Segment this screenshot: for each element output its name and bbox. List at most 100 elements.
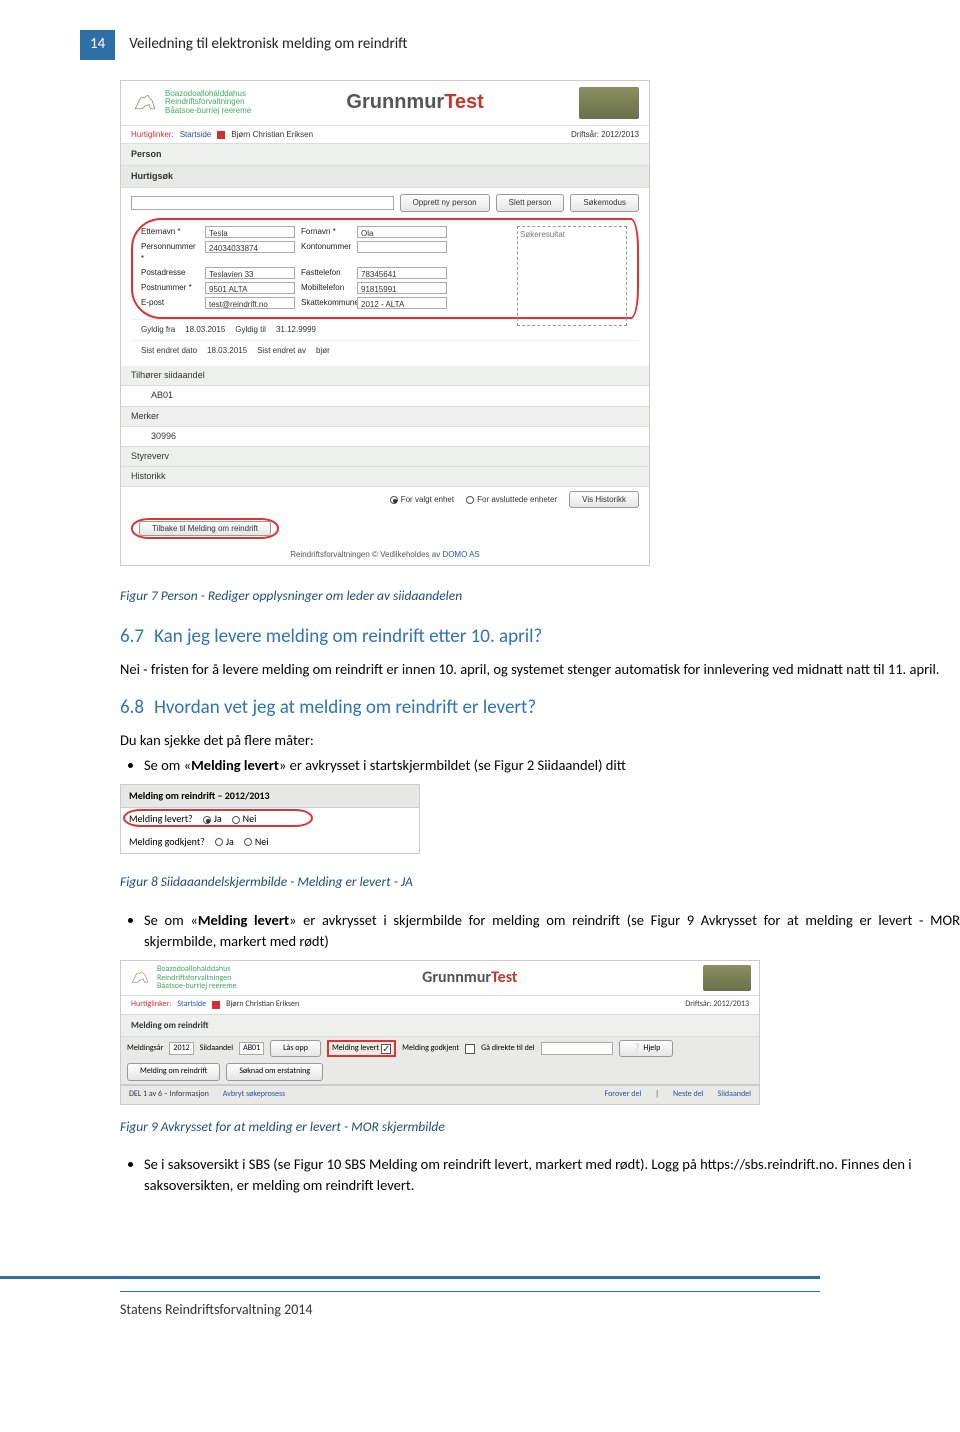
radio-nei-2[interactable] (244, 838, 252, 846)
reindeer-icon (131, 92, 159, 114)
sokemodus-button[interactable]: Søkemodus (570, 194, 639, 212)
brand-grey: Grunnmur (422, 968, 491, 987)
tilbake-button[interactable]: Tilbake til Melding om reindrift (139, 521, 271, 536)
soknad-erstatning-button[interactable]: Søknad om erstatning (226, 1063, 323, 1081)
section-person: Person (121, 144, 649, 166)
para-6-8-intro: Du kan sjekke det på flere måter: (120, 730, 960, 751)
list-item: Se om «Melding levert» er avkrysset i st… (144, 755, 960, 776)
label-meldingsaar: Meldingsår (127, 1043, 163, 1055)
bold-text: Melding levert (191, 756, 279, 774)
input-meldingsaar[interactable]: 2012 (169, 1042, 193, 1055)
melding-label: Melding om reindrift (140, 1066, 207, 1076)
footer-text: Reindriftsforvaltningen © Vedlikeholdes … (290, 550, 442, 559)
checkbox-melding-levert[interactable] (381, 1044, 391, 1054)
help-label: Hjelp (643, 1043, 660, 1053)
label-chk-godkjent: Melding godkjent (402, 1043, 459, 1055)
figure-9-caption: Figur 9 Avkrysset for at melding er leve… (120, 1117, 960, 1137)
vis-historikk-button[interactable]: Vis Historikk (569, 491, 639, 509)
quicklinks-bar: Hurtiglinker: Startside Bjørn Christian … (121, 126, 649, 145)
label-gyldigfra: Gyldig fra (141, 324, 175, 336)
bar-tilhorer[interactable]: Tilhører siidaandel (121, 366, 649, 386)
checkbox-melding-godkjent[interactable] (465, 1044, 475, 1054)
screenshot-person-form: Boazodoallohálddahus Reindriftsforvaltni… (120, 80, 650, 566)
list-item: Se i saksoversikt i SBS (se Figur 10 SBS… (144, 1154, 960, 1196)
para-6-7: Nei - fristen for å levere melding om re… (120, 659, 960, 680)
logo-text: Boazodoallohálddahus Reindriftsforvaltni… (165, 90, 251, 116)
soknad-label: Søknad om erstatning (239, 1066, 310, 1076)
mini-title: Melding om reindrift – 2012/2013 (121, 785, 419, 809)
select-ga-direkte[interactable] (541, 1042, 613, 1055)
figure-7-caption: Figur 7 Person - Rediger opplysninger om… (120, 586, 960, 606)
radio-ja[interactable] (203, 816, 211, 824)
quicklinks-label: Hurtiglinker: (131, 999, 171, 1011)
radio-nei[interactable] (232, 816, 240, 824)
heading-6-7-num: 6.7 (120, 625, 144, 648)
label-skatte: Skattekommune (301, 297, 351, 309)
list-item: Se om «Melding levert» er avkrysset i sk… (144, 910, 960, 952)
label-postnr: Postnummer * (141, 282, 199, 294)
page-number: 14 (80, 30, 115, 60)
text: Se om « (144, 911, 198, 929)
siidaandel-link[interactable]: Siidaandel (718, 1089, 751, 1101)
value-mobil[interactable]: 91815991 (357, 282, 447, 294)
bar-merker[interactable]: Merker (121, 407, 649, 427)
radio-nei-label: Nei (243, 812, 257, 825)
value-etternavn[interactable]: Tesla (205, 226, 295, 238)
collapsed-bars: Tilhører siidaandel AB01 Merker 30996 St… (121, 366, 649, 486)
footer-link[interactable]: DOMO AS (442, 550, 479, 559)
text: » er avkrysset i startskjermbildet (se F… (279, 756, 626, 774)
mor-toolbar: Meldingsår 2012 Siidaandel AB01 Lås opp … (121, 1037, 759, 1085)
forover-link[interactable]: Forover del (605, 1089, 642, 1101)
bar-historikk[interactable]: Historikk (121, 467, 649, 487)
list-6-8-b: Se om «Melding levert» er avkrysset i sk… (144, 910, 960, 952)
startside-link[interactable]: Startside (180, 129, 212, 141)
label-melding-levert: Melding levert? (129, 812, 193, 827)
opprett-person-button[interactable]: Opprett ny person (400, 194, 490, 212)
value-fasttlf[interactable]: 78345641 (357, 267, 447, 279)
avbryt-link[interactable]: Avbryt søkeprosess (223, 1089, 285, 1101)
label-chk-levert: Melding levert (332, 1043, 379, 1055)
value-fornavn[interactable]: Ola (357, 226, 447, 238)
radio-ja-2[interactable] (215, 838, 223, 846)
input-siidaandel[interactable]: AB01 (239, 1042, 264, 1055)
search-input[interactable] (131, 196, 394, 210)
text: Se om « (144, 756, 191, 774)
flag-icon (217, 131, 225, 139)
label-epost: E-post (141, 297, 199, 309)
historikk-row: For valgt enhet For avsluttede enheter V… (121, 487, 649, 513)
bar-merker-value: 30996 (121, 427, 649, 447)
list-6-8-c: Se i saksoversikt i SBS (se Figur 10 SBS… (144, 1154, 960, 1196)
bar-styreverv[interactable]: Styreverv (121, 447, 649, 467)
value-skatte[interactable]: 2012 - ALTA (357, 297, 447, 309)
radio-valgt-enhet[interactable] (390, 496, 398, 504)
header-image (579, 87, 639, 119)
value-konto[interactable] (357, 241, 447, 253)
del-row: DEL 1 av 6 – Informasjon Avbryt søkepros… (121, 1085, 759, 1104)
heading-6-8-num: 6.8 (120, 696, 144, 719)
startside-link[interactable]: Startside (177, 999, 206, 1011)
help-button[interactable]: ❔ Hjelp (619, 1040, 674, 1058)
radio-avsluttede[interactable] (466, 496, 474, 504)
las-opp-button[interactable]: Lås opp (270, 1040, 321, 1058)
logo-line: Båatsoe-burriej reereme (165, 107, 251, 116)
tilbake-button-circled: Tilbake til Melding om reindrift (131, 518, 279, 539)
section-search: Hurtigsøk (121, 166, 649, 188)
person-form: Etternavn * Tesla Fornavn * Ola Personnu… (131, 218, 639, 319)
neste-link[interactable]: Neste del (673, 1089, 704, 1101)
label-postadr: Postadresse (141, 267, 199, 279)
label-ga-direkte: Gå direkte til del (481, 1043, 535, 1055)
value-postadr[interactable]: Teslavien 33 (205, 267, 295, 279)
page-header: 14 Veiledning til elektronisk melding om… (0, 30, 960, 60)
figure-8-caption: Figur 8 Siidaaandelskjermbilde - Melding… (120, 872, 960, 892)
slett-person-button[interactable]: Slett person (496, 194, 565, 212)
value-personnr[interactable]: 24034033874 (205, 241, 295, 253)
label-gyldigtil: Gyldig til (235, 324, 266, 336)
quicklinks-label: Hurtiglinker: (131, 129, 174, 141)
header-image (703, 965, 751, 991)
melding-om-reindrift-button[interactable]: Melding om reindrift (127, 1063, 220, 1081)
app-header-3: Boazodoallohálddahus Reindriftsforvaltni… (121, 961, 759, 996)
label-sistendret: Sist endret dato (141, 345, 197, 357)
value-postnr[interactable]: 9501 ALTA (205, 282, 295, 294)
value-epost[interactable]: test@reindrift.no (205, 297, 295, 309)
value-sistendretav: bjør (316, 345, 330, 357)
